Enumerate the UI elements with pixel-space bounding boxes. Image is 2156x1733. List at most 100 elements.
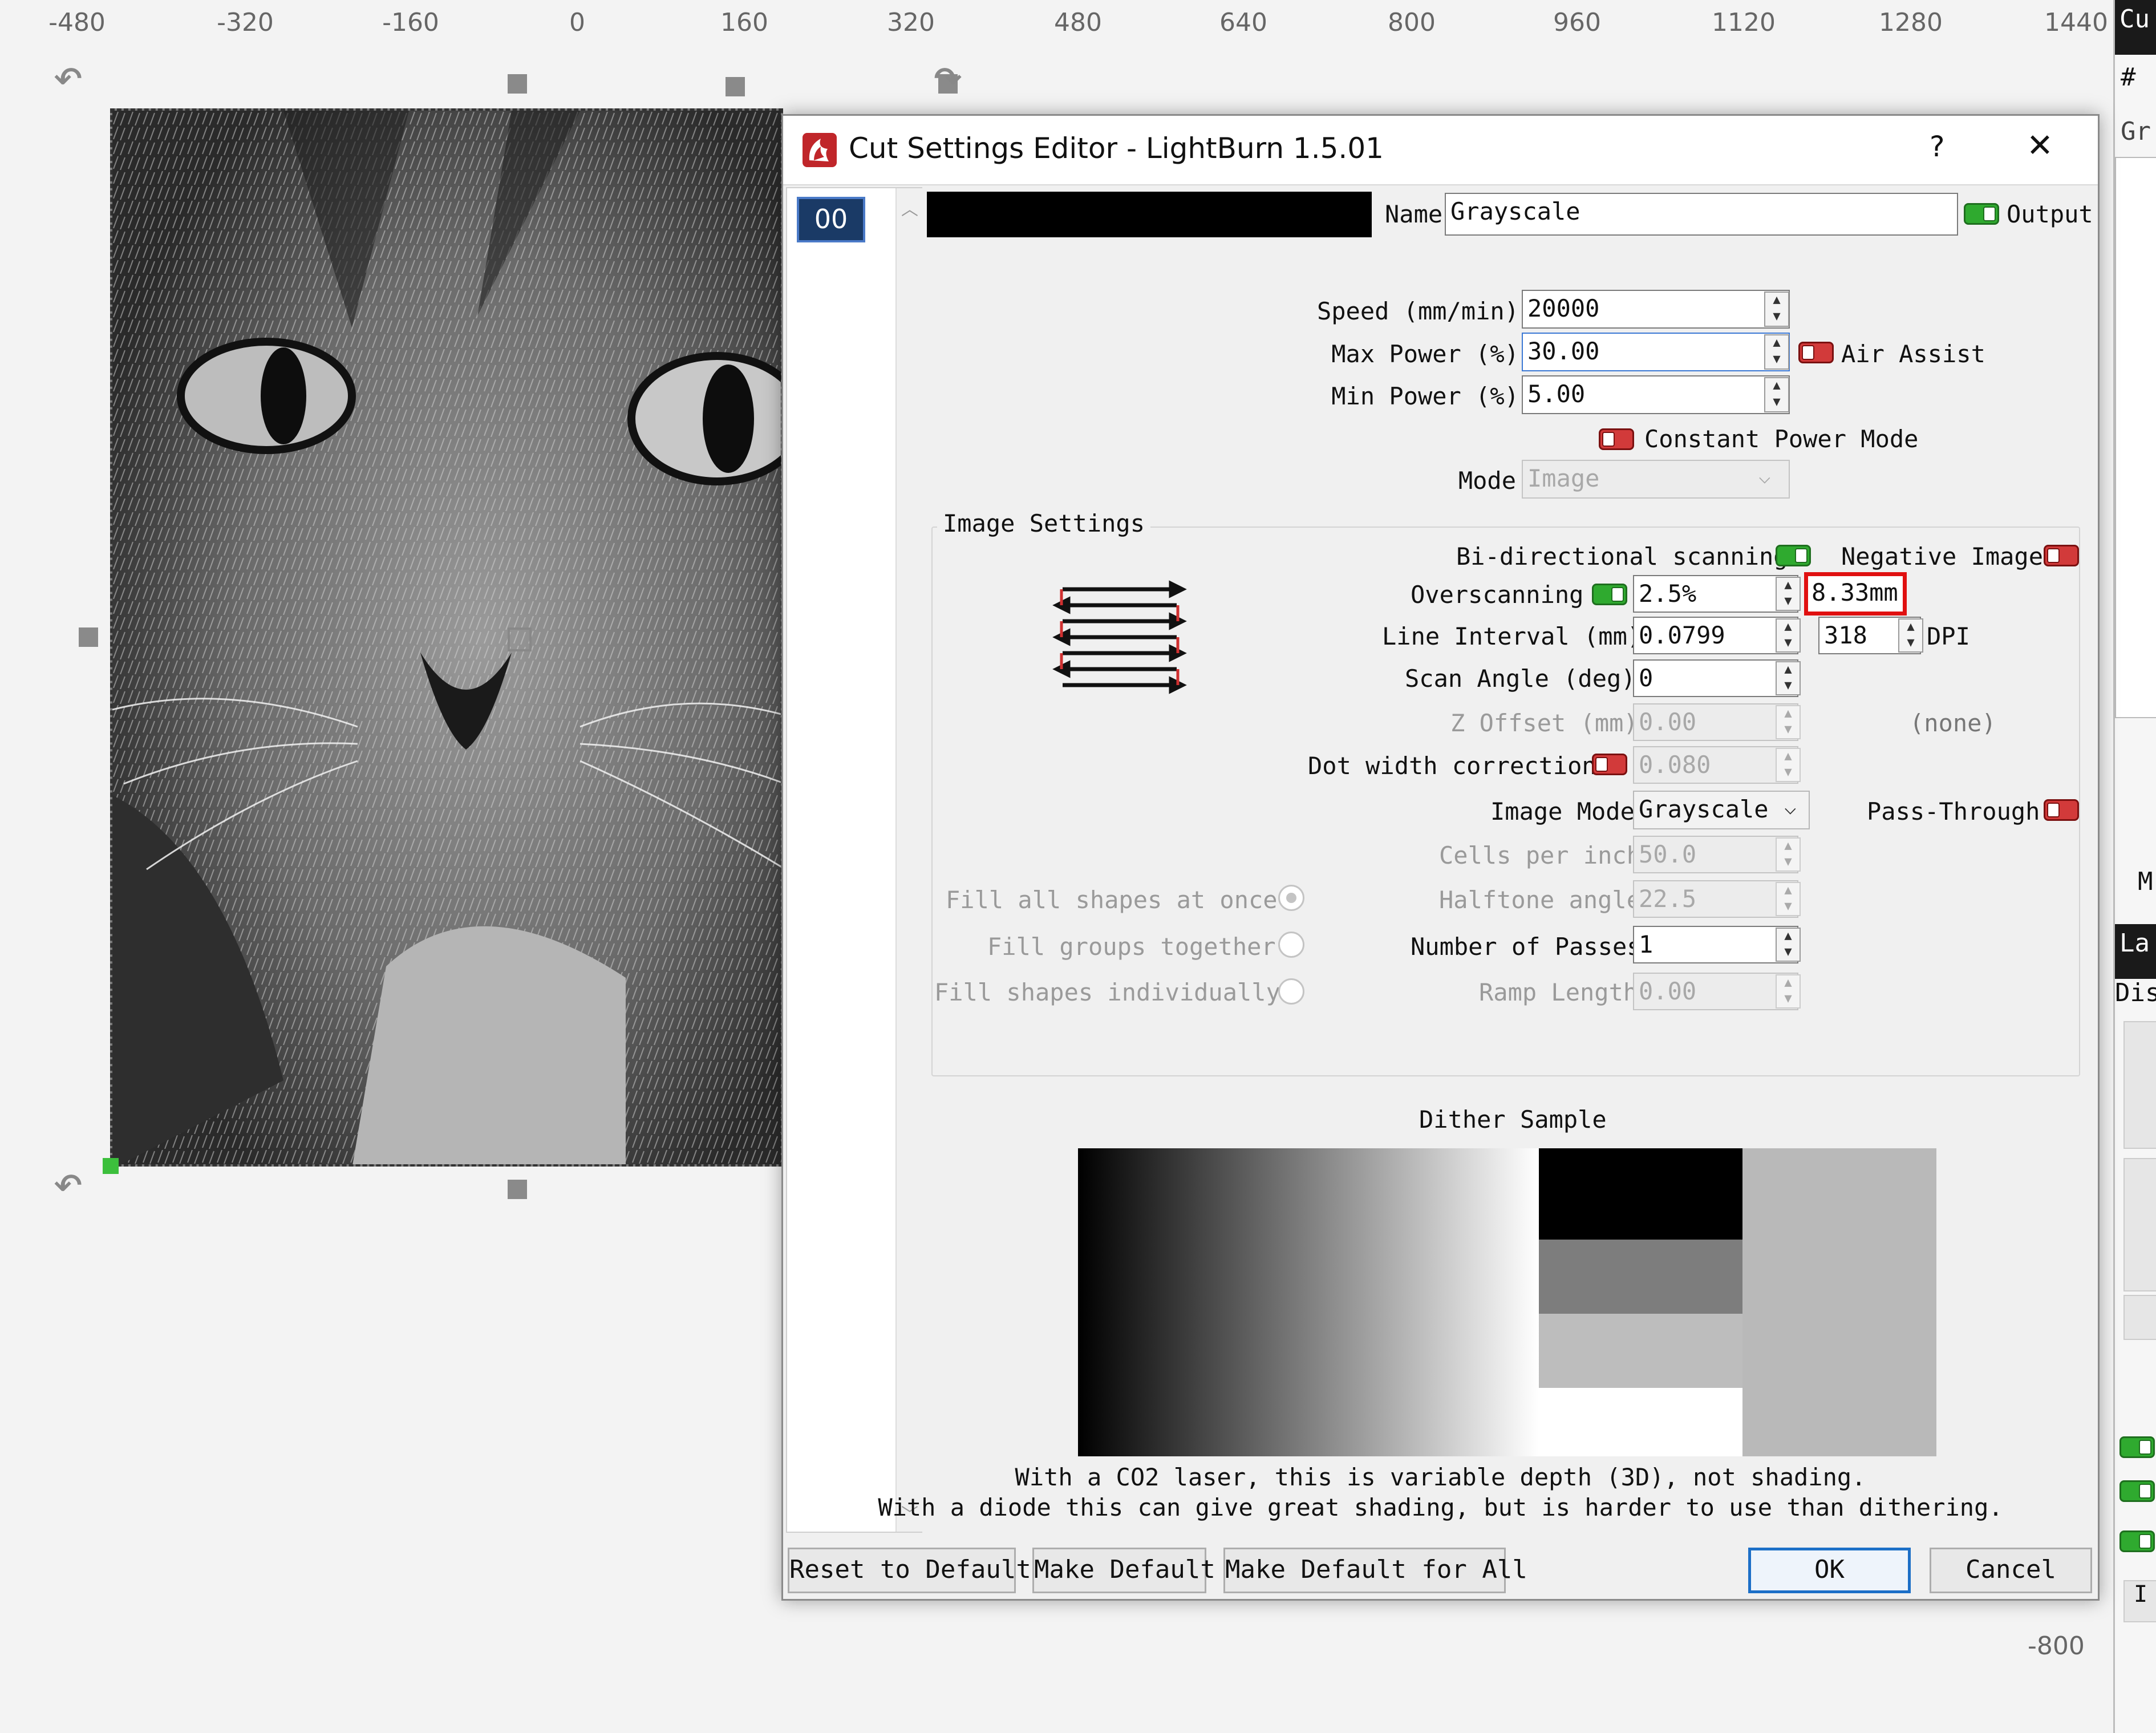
- cells-per-inch-input[interactable]: 50.0: [1633, 836, 1798, 873]
- ruler-tick: 1440: [2044, 8, 2108, 37]
- max-power-label: Max Power (%): [1331, 340, 1519, 368]
- panel-toggle[interactable]: [2119, 1530, 2155, 1552]
- image-mode-select[interactable]: Grayscale: [1633, 791, 1810, 829]
- dot-width-toggle[interactable]: [1592, 754, 1627, 775]
- mode-select[interactable]: Image: [1522, 460, 1790, 499]
- layer-list-scrollbar[interactable]: ︿ ﹀: [895, 188, 922, 1532]
- bidirectional-label: Bi-directional scanning: [1456, 542, 1788, 570]
- tab-label[interactable]: M: [2138, 867, 2153, 896]
- max-power-input[interactable]: 30.00: [1522, 333, 1790, 371]
- speed-spinner[interactable]: ▲ ▼: [1764, 291, 1789, 327]
- panel-button[interactable]: [2123, 1158, 2156, 1291]
- ok-button[interactable]: OK: [1748, 1548, 1911, 1593]
- name-label: Name: [1385, 200, 1443, 228]
- fill-groups-radio[interactable]: [1278, 932, 1304, 958]
- help-button[interactable]: ?: [1930, 130, 1945, 163]
- dpi-spinner[interactable]: ▲ ▼: [1898, 618, 1923, 653]
- min-power-spinner[interactable]: ▲ ▼: [1764, 377, 1789, 412]
- scan-direction-icon: [1052, 580, 1187, 694]
- right-panel: Cu # Gr M La Dis I: [2113, 0, 2156, 1733]
- layer-list[interactable]: [2115, 157, 2156, 718]
- resize-handle[interactable]: [508, 1180, 527, 1199]
- ramp-length-input[interactable]: 0.00: [1633, 973, 1798, 1010]
- anchor-handle[interactable]: [103, 1158, 119, 1174]
- dot-width-input[interactable]: 0.080: [1633, 746, 1798, 784]
- halftone-angle-spinner[interactable]: ▲ ▼: [1776, 882, 1801, 916]
- speed-input[interactable]: 20000: [1522, 290, 1790, 329]
- cells-per-inch-spinner[interactable]: ▲ ▼: [1776, 837, 1801, 872]
- z-offset-input[interactable]: 0.00: [1633, 703, 1798, 741]
- min-power-input[interactable]: 5.00: [1522, 375, 1790, 414]
- make-default-for-all-button[interactable]: Make Default for All: [1223, 1548, 1527, 1593]
- color-fill: [927, 192, 1372, 237]
- resize-handle[interactable]: [79, 627, 98, 647]
- panel-button[interactable]: [2123, 1021, 2156, 1149]
- rotate-icon[interactable]: ↶: [52, 46, 83, 106]
- layer-row[interactable]: Gr: [2121, 117, 2151, 146]
- z-offset-spinner[interactable]: ▲ ▼: [1776, 705, 1801, 739]
- number-of-passes-spinner[interactable]: ▲ ▼: [1776, 928, 1801, 962]
- pass-through-toggle[interactable]: [2044, 799, 2079, 821]
- ruler-tick: -480: [48, 8, 106, 37]
- fill-all-radio[interactable]: [1278, 885, 1304, 911]
- halftone-angle-label: Halftone angle: [1439, 886, 1642, 914]
- panel-toggle[interactable]: [2119, 1480, 2155, 1502]
- rotate-icon[interactable]: ↶: [52, 1152, 83, 1212]
- scan-angle-input[interactable]: 0: [1633, 659, 1798, 697]
- scan-angle-spinner[interactable]: ▲ ▼: [1776, 661, 1801, 695]
- max-power-spinner[interactable]: ▲ ▼: [1764, 334, 1789, 370]
- fill-individually-label: Fill shapes individually: [934, 978, 1280, 1006]
- close-icon[interactable]: ✕: [2027, 127, 2053, 164]
- ruler-tick: 160: [720, 8, 768, 37]
- ruler-tick: 320: [887, 8, 935, 37]
- ruler-tick: 1120: [1712, 8, 1776, 37]
- resize-handle[interactable]: [508, 74, 527, 94]
- air-assist-toggle[interactable]: [1798, 342, 1834, 363]
- constant-power-toggle[interactable]: [1599, 428, 1634, 450]
- panel-button[interactable]: [2123, 1295, 2156, 1340]
- fill-all-label: Fill all shapes at once: [946, 886, 1278, 914]
- center-handle[interactable]: [508, 627, 532, 651]
- layer-item-00[interactable]: 00: [797, 197, 865, 242]
- overscanning-toggle[interactable]: [1592, 584, 1627, 605]
- chevron-down-icon: ⌵: [1758, 465, 1771, 488]
- number-of-passes-input[interactable]: 1: [1633, 926, 1798, 963]
- fill-individually-radio[interactable]: [1278, 978, 1304, 1005]
- scroll-up-icon[interactable]: ︿: [901, 195, 918, 220]
- lightburn-logo-icon: [803, 133, 837, 167]
- name-input[interactable]: Grayscale: [1445, 193, 1958, 236]
- cancel-button[interactable]: Cancel: [1930, 1548, 2092, 1593]
- overscanning-spinner[interactable]: ▲ ▼: [1776, 577, 1801, 611]
- line-interval-spinner[interactable]: ▲ ▼: [1776, 618, 1801, 653]
- bidirectional-toggle[interactable]: [1776, 545, 1811, 566]
- ramp-length-spinner[interactable]: ▲ ▼: [1776, 974, 1801, 1009]
- dot-width-label: Dot width correction: [1308, 752, 1596, 780]
- layer-list-panel[interactable]: 00 ︿ ﹀: [786, 187, 922, 1533]
- image-mode-label: Image Mode: [1490, 797, 1635, 825]
- negative-image-toggle[interactable]: [2044, 545, 2079, 566]
- reset-to-default-button[interactable]: Reset to Default: [788, 1548, 1031, 1593]
- dialog-titlebar[interactable]: Cut Settings Editor - LightBurn 1.5.01 ?…: [783, 116, 2098, 185]
- ruler-tick: 640: [1219, 8, 1267, 37]
- halftone-angle-input[interactable]: 22.5: [1633, 880, 1798, 918]
- ramp-length-label: Ramp Length: [1479, 978, 1638, 1006]
- dot-width-spinner[interactable]: ▲ ▼: [1776, 748, 1801, 782]
- z-offset-label: Z Offset (mm): [1450, 709, 1638, 737]
- line-interval-input[interactable]: 0.0799: [1633, 617, 1798, 654]
- layer-color-swatch[interactable]: [927, 192, 1372, 237]
- rotate-icon[interactable]: ↷: [933, 46, 963, 106]
- line-interval-label: Line Interval (mm): [1382, 622, 1642, 650]
- chevron-down-icon: ⌵: [1784, 796, 1797, 819]
- panel-toggle[interactable]: [2119, 1436, 2155, 1458]
- ruler-tick: -160: [382, 8, 439, 37]
- panel-label: Dis: [2115, 978, 2156, 1007]
- panel-button[interactable]: I: [2123, 1580, 2156, 1622]
- resize-handle[interactable]: [726, 77, 745, 96]
- output-toggle[interactable]: [1964, 203, 1999, 225]
- negative-image-label: Negative Image: [1841, 542, 2044, 570]
- cat-image[interactable]: [110, 108, 783, 1167]
- speed-label: Speed (mm/min): [1316, 297, 1519, 325]
- ruler-tick: 480: [1054, 8, 1102, 37]
- make-default-button[interactable]: Make Default: [1032, 1548, 1215, 1593]
- overscanning-input[interactable]: 2.5%: [1633, 575, 1798, 613]
